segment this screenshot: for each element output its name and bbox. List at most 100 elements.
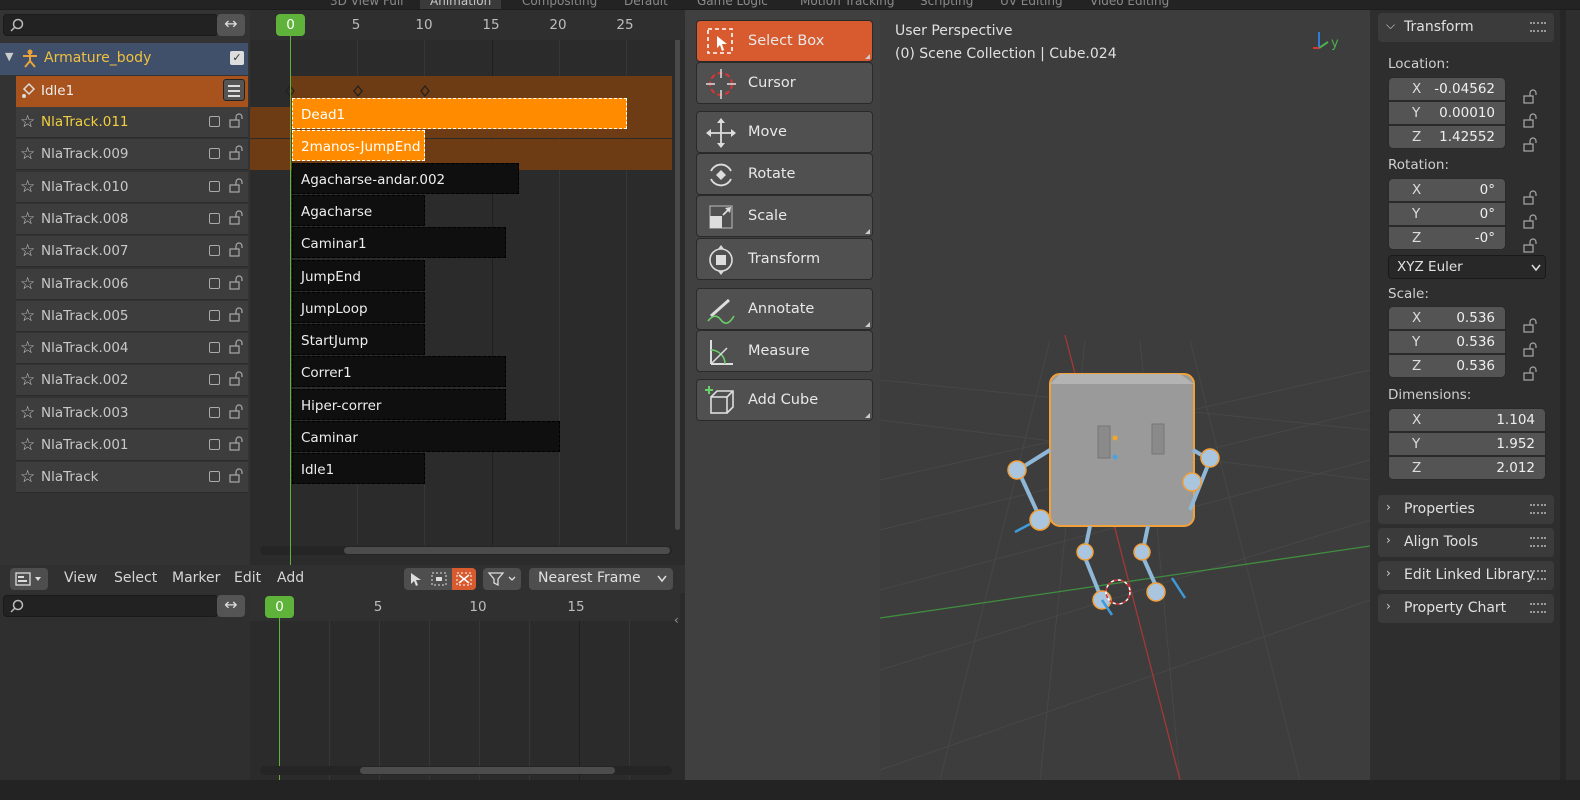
horizontal-scrollbar-thumb[interactable]: [344, 547, 670, 554]
swap-icon[interactable]: ↔: [217, 14, 245, 36]
tool-cursor[interactable]: Cursor: [696, 62, 873, 104]
lock-icon[interactable]: [228, 242, 244, 258]
location-y-field[interactable]: Y 0.00010: [1388, 101, 1506, 125]
nla-strip[interactable]: Hiper-correr: [292, 388, 506, 420]
editor-type-button[interactable]: [10, 568, 48, 590]
rotation-x-field[interactable]: X 0°: [1388, 178, 1506, 202]
lock-icon[interactable]: [228, 307, 244, 323]
mute-checkbox[interactable]: [209, 406, 220, 418]
swap-icon[interactable]: ↔: [217, 595, 245, 617]
nla-strip[interactable]: Caminar1: [292, 227, 506, 259]
dimensions-y-field[interactable]: Y 1.952: [1388, 432, 1546, 456]
nla-strip[interactable]: Dead1: [292, 98, 627, 129]
scale-z-field[interactable]: Z 0.536: [1388, 354, 1506, 378]
track-row[interactable]: ☆ NlaTrack: [16, 462, 248, 494]
workspace-tab-3d-view-full[interactable]: 3D View Full: [330, 0, 404, 9]
menu-marker[interactable]: Marker: [172, 570, 220, 586]
track-row[interactable]: ☆ NlaTrack.003: [16, 397, 248, 429]
sidebar-scrollbar[interactable]: [1560, 10, 1566, 780]
lock-icon[interactable]: [1522, 238, 1538, 254]
mute-checkbox[interactable]: [209, 245, 220, 257]
rotation-z-field[interactable]: Z -0°: [1388, 226, 1506, 250]
scale-y-field[interactable]: Y 0.536: [1388, 330, 1506, 354]
track-row[interactable]: ☆ NlaTrack.008: [16, 203, 248, 235]
track-row[interactable]: ☆ NlaTrack.001: [16, 430, 248, 461]
show-hidden-icon[interactable]: [430, 571, 448, 587]
lock-icon[interactable]: [1522, 366, 1538, 382]
solo-star-icon[interactable]: ☆: [20, 177, 35, 197]
menu-view[interactable]: View: [64, 570, 97, 586]
workspace-tab-compositing[interactable]: Compositing: [522, 0, 597, 9]
solo-star-icon[interactable]: ☆: [20, 467, 35, 487]
tool-rotate[interactable]: Rotate: [696, 153, 873, 195]
solo-star-icon[interactable]: ☆: [20, 209, 35, 229]
properties-panel-header[interactable]: › Properties: [1378, 495, 1554, 524]
track-row[interactable]: ☆ NlaTrack.005: [16, 300, 248, 332]
push-down-icon[interactable]: [223, 79, 245, 101]
nla-strip[interactable]: Agacharse: [292, 194, 425, 226]
lock-icon[interactable]: [228, 274, 244, 291]
track-row[interactable]: ☆ NlaTrack.007: [16, 236, 248, 268]
workspace-tab-game-logic[interactable]: Game Logic: [697, 0, 768, 9]
nla-strip[interactable]: StartJump: [292, 324, 425, 356]
workspace-tab-motion-tracking[interactable]: Motion Tracking: [800, 0, 894, 9]
collapse-arrow-icon[interactable]: ▼: [5, 50, 13, 63]
nla-strip-area[interactable]: Dead1 2manos-JumpEnd Agacharse-andar.002 Ag…: [250, 10, 685, 565]
lock-icon[interactable]: [1522, 113, 1538, 129]
mute-checkbox[interactable]: [209, 148, 220, 160]
timeline-scrollbar-thumb[interactable]: [360, 767, 615, 774]
workspace-tab-uv-editing[interactable]: UV Editing: [1000, 0, 1063, 9]
scale-x-field[interactable]: X 0.536: [1388, 306, 1506, 330]
lock-icon[interactable]: [1522, 190, 1538, 206]
menu-edit[interactable]: Edit: [234, 570, 261, 586]
mute-checkbox[interactable]: [209, 342, 220, 354]
track-row[interactable]: ☆ NlaTrack.010: [16, 171, 248, 203]
drag-grip-icon[interactable]: [1530, 603, 1546, 613]
lock-icon[interactable]: [228, 145, 244, 161]
nla-strip[interactable]: JumpLoop: [292, 291, 425, 323]
lock-icon[interactable]: [1522, 137, 1538, 153]
current-frame-indicator[interactable]: 0: [265, 596, 294, 618]
tool-measure[interactable]: Measure: [696, 330, 873, 372]
workspace-tab-scripting[interactable]: Scripting: [920, 0, 973, 9]
chevron-left-icon[interactable]: ‹: [674, 613, 679, 627]
vertical-scrollbar[interactable]: [675, 20, 680, 530]
tool-move[interactable]: Move: [696, 111, 873, 153]
current-frame-indicator[interactable]: 0: [276, 14, 305, 36]
snap-mode-select[interactable]: Nearest Frame: [529, 568, 673, 590]
transform-panel-header[interactable]: ⌵ Transform: [1378, 13, 1554, 42]
lock-icon[interactable]: [1522, 214, 1538, 230]
solo-star-icon[interactable]: ☆: [20, 112, 35, 132]
rotation-y-field[interactable]: Y 0°: [1388, 202, 1506, 226]
edit-linked-library-panel-header[interactable]: › Edit Linked Library: [1378, 561, 1554, 590]
only-selected-icon[interactable]: [407, 571, 425, 587]
filter-dropdown[interactable]: [483, 568, 521, 590]
horizontal-scrollbar[interactable]: [260, 546, 672, 555]
lock-icon[interactable]: [228, 210, 244, 226]
lock-icon[interactable]: [228, 339, 244, 355]
action-track-row[interactable]: Idle1: [16, 76, 248, 107]
tool-add-cube[interactable]: Add Cube: [696, 379, 873, 421]
nla-strip[interactable]: Idle1: [292, 453, 425, 485]
lock-icon[interactable]: [228, 178, 244, 194]
tool-scale[interactable]: Scale: [696, 195, 873, 237]
mute-checkbox[interactable]: [209, 374, 220, 386]
timeline-ruler[interactable]: 5 10 15 0: [250, 593, 680, 621]
solo-star-icon[interactable]: ☆: [20, 241, 35, 261]
lock-icon[interactable]: [1522, 318, 1538, 334]
timeline-scrollbar[interactable]: [260, 766, 672, 775]
menu-add[interactable]: Add: [277, 570, 304, 586]
location-x-field[interactable]: X -0.04562: [1388, 77, 1506, 101]
nla-strip[interactable]: Agacharse-andar.002: [292, 162, 519, 194]
dimensions-z-field[interactable]: Z 2.012: [1388, 456, 1546, 480]
drag-grip-icon[interactable]: [1530, 537, 1546, 547]
drag-grip-icon[interactable]: [1530, 504, 1546, 514]
show-missing-toggle[interactable]: [452, 568, 476, 590]
nla-frame-ruler[interactable]: 5 10 15 20 25 0: [250, 10, 685, 40]
lock-icon[interactable]: [228, 371, 244, 387]
lock-icon[interactable]: [228, 113, 244, 129]
track-row[interactable]: ☆ NlaTrack.009: [16, 139, 248, 171]
property-chart-panel-header[interactable]: › Property Chart: [1378, 594, 1554, 623]
lock-icon[interactable]: [228, 404, 244, 420]
tool-transform[interactable]: Transform: [696, 238, 873, 280]
